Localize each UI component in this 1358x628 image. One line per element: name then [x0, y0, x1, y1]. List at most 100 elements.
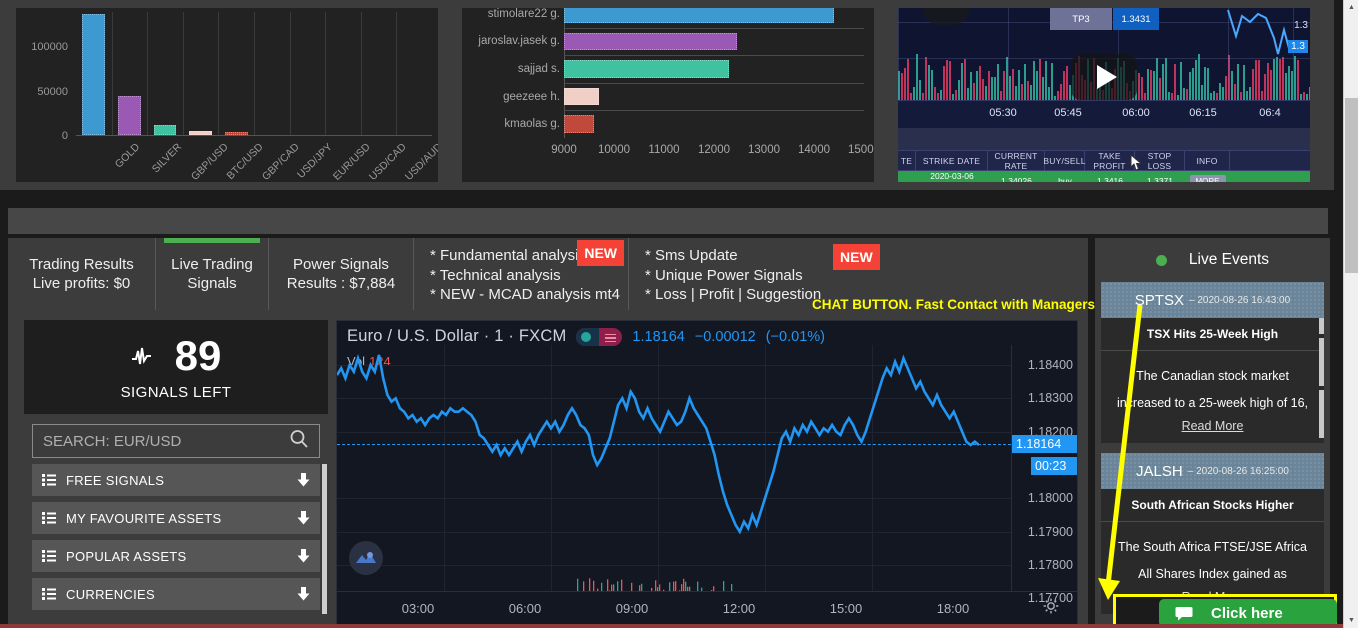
tab-label: Signals: [187, 275, 237, 292]
chart-price-scale[interactable]: 1.18400 1.18300 1.18200 1.18000 1.17900 1.178…: [1011, 345, 1077, 605]
chat-bubble-icon: [1175, 606, 1193, 621]
top-panels-row: 100000 50000 0 GOLD SILVER GBP/USD BTC/USD GBP/…: [0, 0, 1334, 190]
time-tick: 12:00: [722, 601, 756, 616]
price-tick: 1.18000: [1027, 491, 1073, 506]
live-events-list[interactable]: SPTSX – 2020-08-26 16:43:00 TSX Hits 25-We…: [1101, 282, 1324, 628]
signal-item-label: POPULAR ASSETS: [66, 548, 187, 564]
tab-1[interactable]: Live Trading Signals: [156, 238, 269, 310]
event-read-more-link[interactable]: Read More: [1101, 419, 1324, 443]
event-headline: South African Stocks Higher: [1101, 489, 1324, 522]
grid-line: [360, 12, 362, 136]
search-icon[interactable]: [289, 429, 309, 454]
bar: [564, 32, 737, 51]
price-tick: 1.17900: [1027, 524, 1073, 539]
download-icon[interactable]: [297, 511, 310, 525]
table-cell: MORE: [1185, 175, 1230, 182]
gear-icon[interactable]: [1043, 598, 1059, 619]
video-frame[interactable]: 1.3 1.3 05:30 05:45 06:00 06:15 06:4 TE STRIKE…: [898, 8, 1310, 182]
grid-line: [111, 12, 113, 136]
traders-bar-chart-panel: stimolare22 g. jaroslav.jasek g. sajjad s.…: [454, 0, 882, 190]
column-header: BUY/SELL: [1043, 151, 1085, 170]
tp-value: 1.3431: [1113, 8, 1159, 30]
chart-time-axis[interactable]: 03:00 06:00 09:00 12:00 15:00 18:00: [337, 591, 1077, 627]
bar: [153, 124, 177, 135]
time-tick: 05:30: [989, 107, 1017, 119]
x-tick-label: GBP/USD: [188, 141, 231, 182]
play-icon[interactable]: [1071, 54, 1137, 100]
table-cell: 1.3416: [1097, 176, 1123, 182]
separator-bar: [8, 208, 1328, 234]
signal-list-item-0[interactable]: FREE SIGNALS: [32, 464, 320, 496]
equalizer-icon: [605, 333, 617, 342]
tab-0[interactable]: Trading Results Live profits: $0: [8, 238, 156, 310]
event-banner: JALSH – 2020-08-26 16:25:00: [1101, 453, 1324, 489]
chat-button[interactable]: Click here: [1159, 599, 1337, 627]
table-cell: buy: [1058, 176, 1072, 182]
x-tick-label: EUR/USD: [331, 141, 374, 182]
grid-line: [289, 12, 291, 136]
x-tick-label: 13000: [748, 144, 780, 156]
chart-status-toggle[interactable]: [576, 327, 623, 346]
signals-scrollbar[interactable]: [322, 464, 327, 614]
video-price-badge: 1.3: [1288, 40, 1308, 53]
tab-2[interactable]: Power Signals Results : $7,884: [269, 238, 414, 310]
list-icon: [42, 550, 56, 562]
download-icon[interactable]: [297, 549, 310, 563]
x-tick-label: 9000: [551, 144, 577, 156]
chart-change: −0.00012: [694, 328, 756, 345]
new-badge: NEW: [577, 240, 624, 266]
search-box[interactable]: [32, 424, 320, 458]
bar: [564, 87, 599, 106]
signal-list-item-3[interactable]: CURRENCIES: [32, 578, 320, 610]
search-input[interactable]: [43, 432, 289, 450]
signals-counter: 89 SIGNALS LEFT: [24, 320, 328, 414]
video-time-axis: 05:30 05:45 06:00 06:15 06:4: [898, 100, 1310, 128]
signal-list-item-1[interactable]: MY FAVOURITE ASSETS: [32, 502, 320, 534]
tab-label: Results : $7,884: [286, 275, 396, 292]
table-cell: 1.3371: [1147, 176, 1173, 182]
time-tick: 03:00: [401, 601, 435, 616]
more-button[interactable]: MORE: [1189, 175, 1226, 182]
event-card-1[interactable]: JALSH – 2020-08-26 16:25:00 South African …: [1101, 453, 1324, 614]
time-tick: 15:00: [829, 601, 863, 616]
bar: [224, 132, 248, 135]
grid-line: [325, 12, 327, 136]
x-tick-label: SILVER: [150, 141, 185, 176]
tab-label: * NEW - MCAD analysis mt4: [430, 286, 621, 303]
table-cell: 2020-03-06 06:38:14: [930, 171, 974, 182]
tab-label: * Unique Power Signals: [645, 266, 803, 284]
list-icon: [42, 512, 56, 524]
video-preview-panel[interactable]: 1.3 1.3 05:30 05:45 06:00 06:15 06:4 TE STRIKE…: [890, 0, 1318, 190]
tab-label: Power Signals: [293, 255, 389, 273]
x-tick-label: USD/AUD: [402, 141, 438, 182]
download-icon[interactable]: [297, 473, 310, 487]
tab-label: * Technical analysis: [430, 266, 561, 284]
horizontal-bar-chart: stimolare22 g. jaroslav.jasek g. sajjad s.…: [462, 8, 874, 182]
browser-scrollbar[interactable]: ▲ ▼: [1343, 0, 1358, 628]
download-icon[interactable]: [297, 587, 310, 601]
list-icon: [42, 474, 56, 486]
tradingview-chart[interactable]: Euro / U.S. Dollar · 1 · FXCM 1.18164 −0…: [336, 320, 1078, 628]
event-card-0[interactable]: SPTSX – 2020-08-26 16:43:00 TSX Hits 25-We…: [1101, 282, 1324, 443]
scroll-up-icon[interactable]: ▲: [1344, 0, 1358, 15]
signals-sidebar: 89 SIGNALS LEFT FREE SIGNALS MY FAVOURITE…: [24, 320, 328, 628]
event-text-line: increased to a 25-week high of 16,: [1116, 396, 1309, 410]
chart-plot-area[interactable]: [337, 345, 1011, 591]
grid-line: [254, 12, 255, 136]
scrollbar-thumb[interactable]: [1345, 98, 1358, 273]
scroll-down-icon[interactable]: ▼: [1344, 613, 1358, 628]
x-tick-label: 15000: [848, 144, 874, 156]
event-date: – 2020-08-26 16:25:00: [1187, 465, 1289, 477]
app-root: 100000 50000 0 GOLD SILVER GBP/USD BTC/USD GBP/…: [0, 0, 1358, 628]
signals-count-label: SIGNALS LEFT: [120, 383, 232, 401]
video-price-tick: 1.3: [1294, 20, 1308, 31]
tab-3[interactable]: * Fundamental analysis * Technical analys…: [414, 238, 629, 310]
tradingview-logo-icon[interactable]: [349, 541, 383, 575]
signal-list-item-2[interactable]: POPULAR ASSETS: [32, 540, 320, 572]
y-tick-label: kmaolas g.: [504, 118, 560, 131]
chat-annotation-text: CHAT BUTTON. Fast Contact with Managers: [812, 297, 1096, 312]
vertical-bar-chart: 100000 50000 0 GOLD SILVER GBP/USD BTC/USD GBP/…: [16, 8, 438, 182]
y-tick-label: 50000: [37, 85, 68, 98]
x-tick-label: 11000: [648, 144, 680, 156]
x-tick-label: BTC/USD: [224, 141, 266, 182]
